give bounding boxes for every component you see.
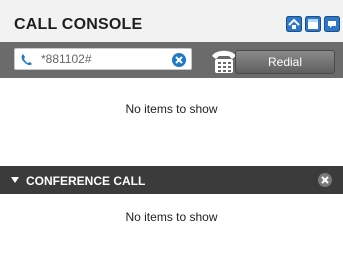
clear-input-icon[interactable]	[171, 52, 187, 68]
phone-number-value: *881102#	[41, 52, 92, 66]
call-toolbar: *881102# Redial	[0, 42, 343, 78]
collapse-arrow-icon[interactable]	[10, 175, 20, 185]
redial-button[interactable]: Redial	[235, 50, 335, 74]
calls-empty-message: No items to show	[125, 102, 218, 116]
call-console-header: CALL CONSOLE	[0, 0, 343, 42]
conference-call-title: CONFERENCE CALL	[26, 174, 146, 188]
close-conference-icon[interactable]	[317, 172, 333, 188]
phone-number-input[interactable]: *881102#	[14, 48, 192, 70]
window-icon[interactable]	[305, 16, 321, 32]
home-up-icon[interactable]	[286, 16, 302, 32]
page-title: CALL CONSOLE	[14, 16, 143, 33]
phone-icon	[21, 54, 32, 66]
conference-empty-message: No items to show	[125, 210, 218, 224]
chat-icon[interactable]	[324, 16, 340, 32]
conference-call-header[interactable]: CONFERENCE CALL	[0, 166, 343, 194]
